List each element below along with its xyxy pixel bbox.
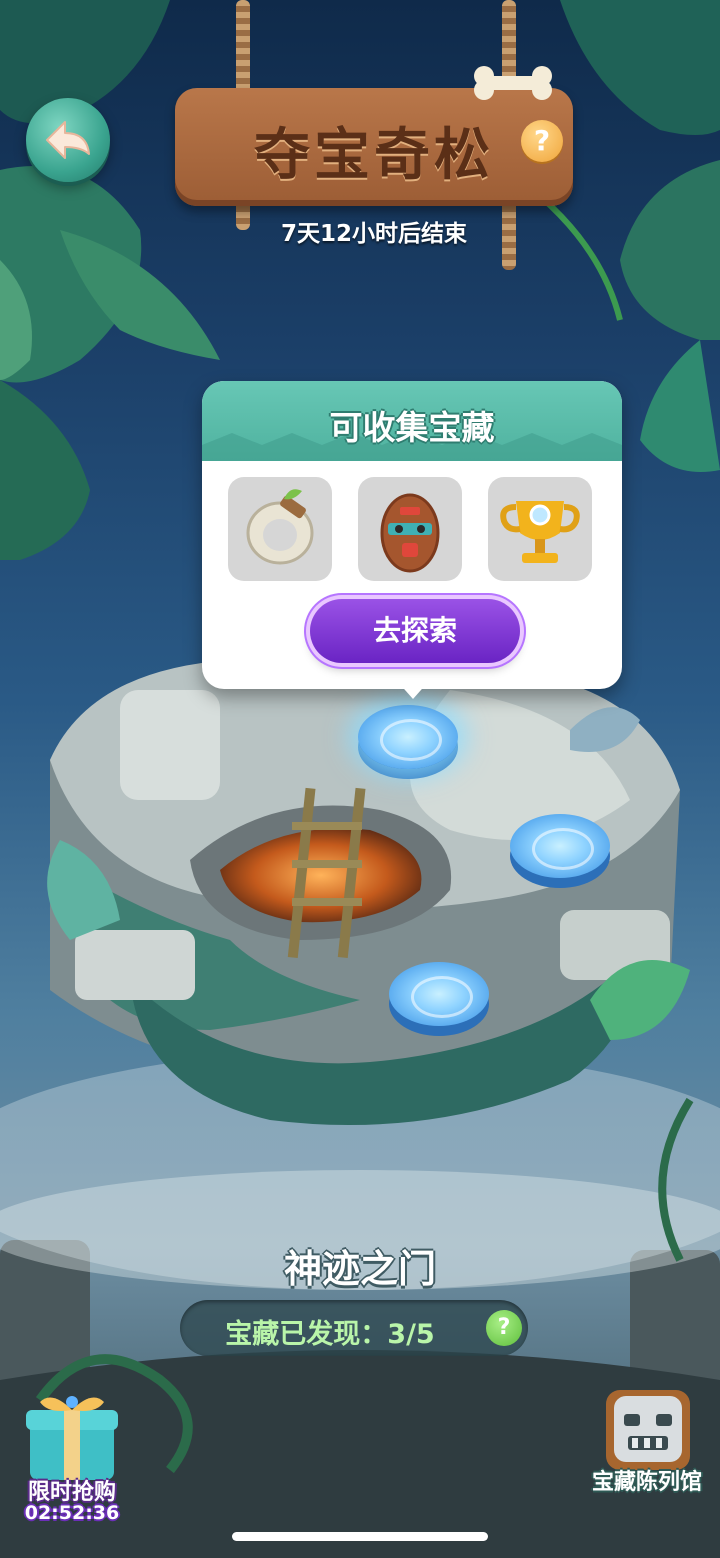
level-node[interactable]	[389, 962, 489, 1036]
event-countdown: 7天12小时后结束	[280, 221, 467, 247]
back-arrow-icon	[46, 121, 90, 159]
popup-header: 可收集宝藏	[202, 381, 622, 461]
help-question-icon[interactable]: ?	[521, 120, 563, 162]
level-node-ring	[532, 828, 594, 870]
tribal-mask-icon	[380, 493, 440, 573]
limited-sale-button[interactable]: 限时抢购 02:52:36	[12, 1386, 132, 1526]
treasure-slot-mask[interactable]	[358, 477, 462, 581]
treasure-progress: 宝藏已发现：3/5 ?	[180, 1300, 528, 1356]
gift-box-icon	[26, 1396, 118, 1480]
treasure-slot-trophy[interactable]	[488, 477, 592, 581]
level-node-ring	[380, 719, 442, 761]
area-name: 神迹之门	[283, 1247, 436, 1291]
home-indicator[interactable]	[232, 1532, 488, 1541]
treasure-museum-button[interactable]: 宝藏陈列馆	[582, 1386, 712, 1516]
progress-help-icon[interactable]: ?	[486, 1310, 522, 1346]
back-button[interactable]	[26, 98, 110, 182]
stone-totem-icon	[606, 1390, 690, 1470]
popup-pointer	[397, 681, 429, 699]
popup-title: 可收集宝藏	[329, 408, 495, 447]
level-node-active[interactable]	[358, 705, 458, 779]
ring-icon	[246, 489, 314, 565]
game-screen: 夺宝奇松 ? 7天12小时后结束 可收集宝藏 去探索 神迹之门 宝藏已发现：3/…	[0, 0, 720, 1558]
go-explore-button[interactable]: 去探索	[310, 599, 520, 663]
limited-sale-timer: 02:52:36	[24, 1502, 120, 1524]
game-title: 夺宝奇松	[254, 123, 494, 188]
level-node[interactable]	[510, 814, 610, 888]
bone-decoration-icon	[474, 66, 552, 100]
treasure-slot-ring[interactable]	[228, 477, 332, 581]
treasure-progress-label: 宝藏已发现：3/5	[225, 1319, 435, 1350]
trophy-icon	[500, 501, 580, 563]
sign-rope-left	[236, 0, 250, 96]
treasure-popup: 可收集宝藏 去探索	[202, 381, 622, 699]
level-node-ring	[411, 976, 473, 1018]
treasure-museum-label: 宝藏陈列馆	[591, 1470, 702, 1495]
